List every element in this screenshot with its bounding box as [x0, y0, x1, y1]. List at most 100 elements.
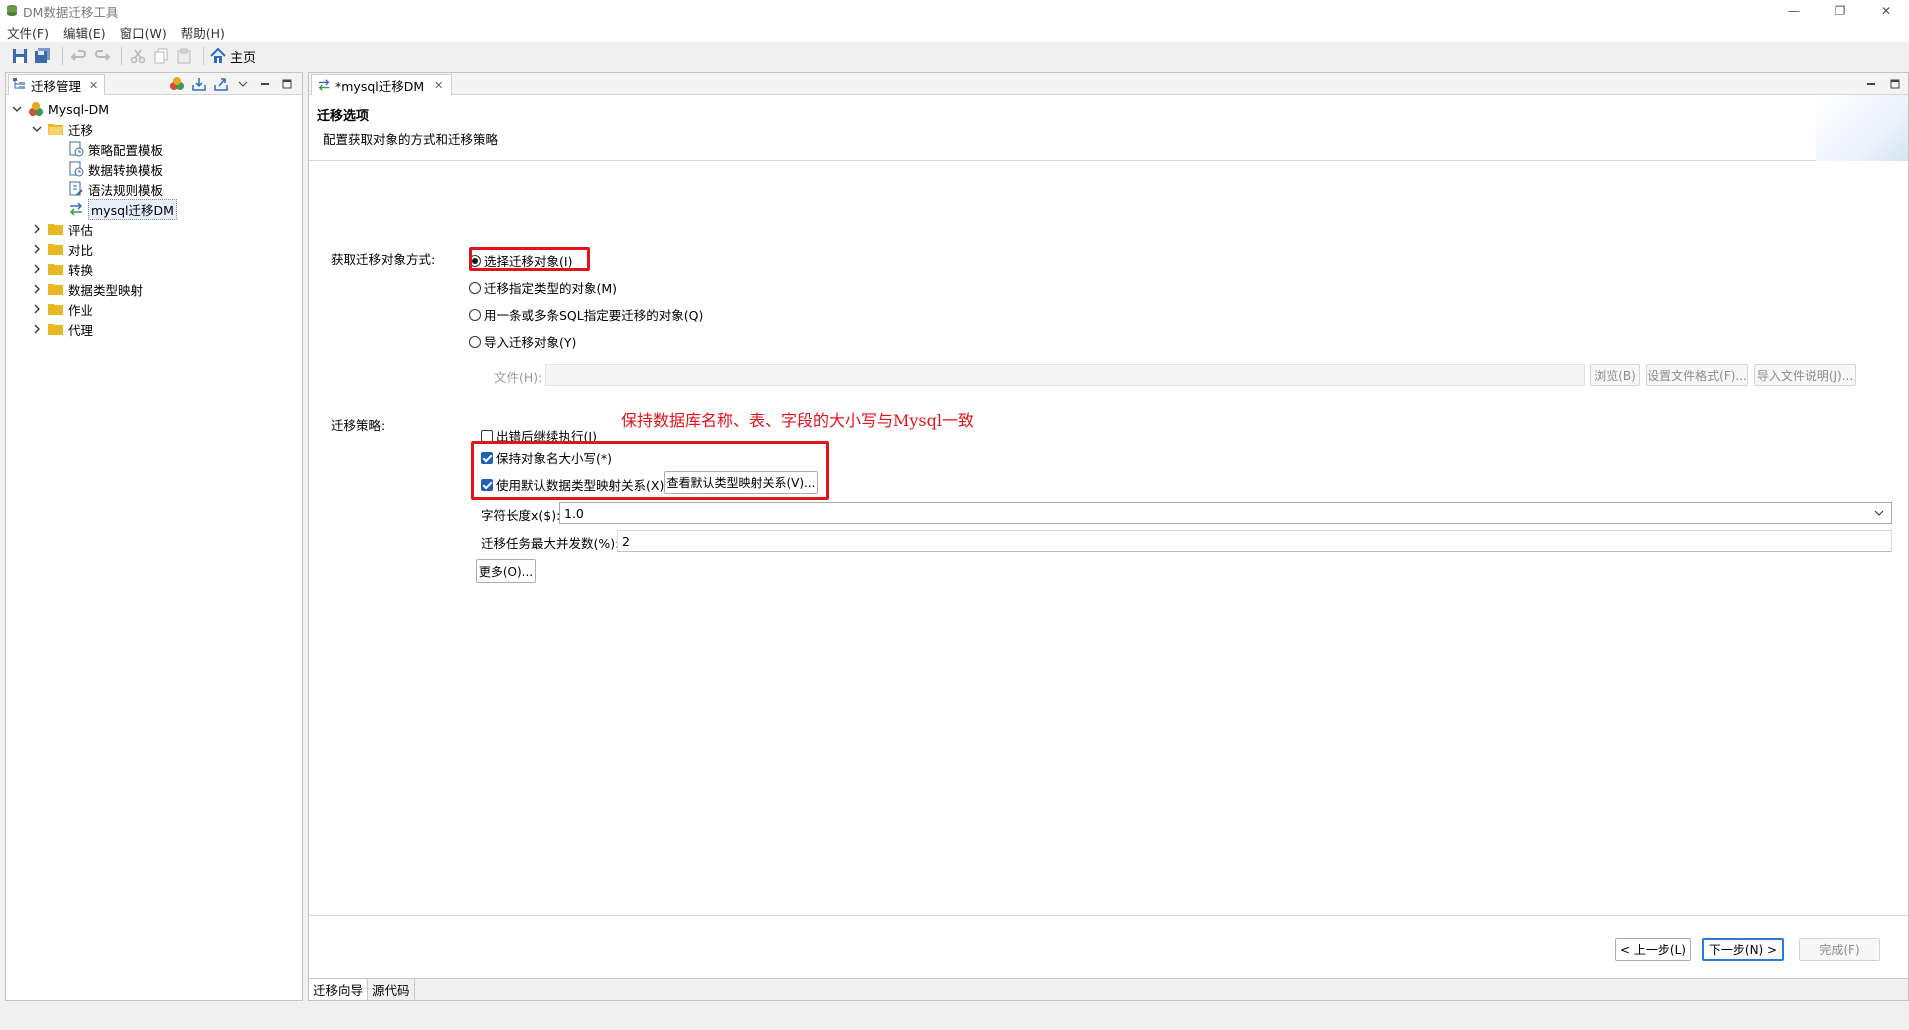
radio-indicator[interactable]: [469, 281, 481, 294]
view-menu-icon[interactable]: [234, 75, 252, 93]
menu-window[interactable]: 窗口(W): [120, 23, 167, 42]
new-connection-icon[interactable]: [168, 75, 186, 93]
tree-item-strategy-template[interactable]: 策略配置模板: [6, 139, 302, 159]
tree-item-convert[interactable]: 转换: [6, 259, 302, 279]
home-button[interactable]: 主页: [210, 47, 256, 66]
minimize-view-icon[interactable]: [1862, 75, 1880, 93]
tree-item-root[interactable]: Mysql-DM: [6, 99, 302, 119]
wizard-header: 迁移选项 配置获取对象的方式和迁移策略: [309, 95, 1908, 161]
tree-item-jobs[interactable]: 作业: [6, 299, 302, 319]
strategy-label: 迁移策略:: [331, 418, 386, 433]
char-length-select[interactable]: 1.0: [559, 502, 1892, 524]
redo-icon[interactable]: [92, 46, 112, 66]
tree-item-label: 转换: [68, 262, 94, 278]
toolbar-separator: [121, 47, 122, 65]
annotation-box-strategy: [471, 441, 829, 500]
tree-item-compare[interactable]: 对比: [6, 239, 302, 259]
radio-label: 迁移指定类型的对象(M): [484, 281, 618, 296]
chevron-right-icon[interactable]: [30, 322, 44, 336]
chevron-right-icon[interactable]: [30, 262, 44, 276]
page-description: 配置获取对象的方式和迁移策略: [323, 132, 499, 147]
radio-indicator[interactable]: [469, 335, 481, 348]
tree-item-syntax-rule-template[interactable]: 语法规则模板: [6, 179, 302, 199]
copy-icon[interactable]: [151, 46, 171, 66]
template-icon: [68, 161, 84, 177]
checkbox-indicator[interactable]: [481, 429, 493, 442]
minimize-view-icon[interactable]: [256, 75, 274, 93]
tab-source-code[interactable]: 源代码: [368, 979, 415, 1000]
syntax-template-icon: [68, 181, 84, 197]
folder-icon: [48, 221, 64, 237]
chevron-right-icon[interactable]: [30, 242, 44, 256]
paste-icon[interactable]: [174, 46, 194, 66]
tree-item-label: 对比: [68, 242, 94, 258]
radio-label: 用一条或多条SQL指定要迁移的对象(Q): [484, 308, 704, 323]
tree-item-migration[interactable]: 迁移: [6, 119, 302, 139]
radio-indicator[interactable]: [469, 308, 481, 321]
tree-item-label: 数据类型映射: [68, 282, 144, 298]
panel-tools: [164, 75, 296, 93]
folder-icon: [48, 321, 64, 337]
menu-file[interactable]: 文件(F): [7, 23, 49, 42]
radio-specified-types[interactable]: 迁移指定类型的对象(M): [469, 278, 617, 297]
tab-mysql-dm[interactable]: *mysql迁移DM ✕: [311, 74, 453, 95]
folder-icon: [48, 281, 64, 297]
import-file-desc-button[interactable]: 导入文件说明(J)...: [1754, 364, 1856, 386]
toolbar: 主页: [0, 42, 1909, 70]
tree-item-mysql-dm[interactable]: mysql迁移DM: [6, 198, 302, 220]
maximize-view-icon[interactable]: [1886, 75, 1904, 93]
close-icon[interactable]: ✕: [89, 79, 98, 92]
file-path-input[interactable]: [545, 364, 1585, 386]
char-length-label: 字符长度x($):: [481, 508, 561, 523]
tree-item-data-conversion-template[interactable]: 数据转换模板: [6, 159, 302, 179]
radio-label: 导入迁移对象(Y): [484, 335, 577, 350]
template-icon: [68, 141, 84, 157]
tab-migration-wizard[interactable]: 迁移向导: [309, 979, 369, 1000]
close-button[interactable]: ✕: [1863, 0, 1909, 22]
migration-management-panel: 迁移管理 ✕ Mysql-DM 迁移 策略配置模板 数据转换模板 语法规则模板 …: [5, 72, 303, 1001]
browse-button[interactable]: 浏览(B): [1590, 364, 1640, 386]
radio-import-objects[interactable]: 导入迁移对象(Y): [469, 332, 576, 351]
window-controls: — ❐ ✕: [1771, 0, 1909, 22]
save-all-icon[interactable]: [33, 46, 53, 66]
previous-button[interactable]: < 上一步(L): [1615, 938, 1691, 961]
max-concurrency-input[interactable]: 2: [617, 530, 1892, 552]
tree-view-icon: [13, 77, 27, 94]
export-icon[interactable]: [212, 75, 230, 93]
import-icon[interactable]: [190, 75, 208, 93]
tree-item-assessment[interactable]: 评估: [6, 219, 302, 239]
home-label: 主页: [230, 50, 257, 66]
finish-button[interactable]: 完成(F): [1799, 938, 1880, 961]
chevron-right-icon[interactable]: [30, 302, 44, 316]
editor-tools: [1856, 75, 1904, 93]
folder-icon: [48, 301, 64, 317]
tab-migration-management[interactable]: 迁移管理 ✕: [8, 74, 106, 95]
tree-item-label: 策略配置模板: [88, 142, 164, 158]
acquire-method-label: 获取迁移对象方式:: [331, 252, 436, 267]
minimize-button[interactable]: —: [1771, 0, 1817, 22]
undo-icon[interactable]: [69, 46, 89, 66]
chevron-right-icon[interactable]: [30, 222, 44, 236]
maximize-view-icon[interactable]: [278, 75, 296, 93]
chevron-down-icon[interactable]: [30, 122, 44, 136]
cut-icon[interactable]: [128, 46, 148, 66]
restore-button[interactable]: ❐: [1817, 0, 1863, 22]
window-title: DM数据迁移工具: [23, 4, 119, 20]
save-icon[interactable]: [10, 46, 30, 66]
chevron-right-icon[interactable]: [30, 282, 44, 296]
tree-item-label: 评估: [68, 222, 94, 238]
tree-item-label: Mysql-DM: [48, 101, 110, 117]
next-button[interactable]: 下一步(N) >: [1702, 938, 1784, 961]
tree-item-agent[interactable]: 代理: [6, 319, 302, 339]
radio-sql-objects[interactable]: 用一条或多条SQL指定要迁移的对象(Q): [469, 305, 703, 324]
menu-edit[interactable]: 编辑(E): [63, 23, 106, 42]
set-file-format-button[interactable]: 设置文件格式(F)...: [1646, 364, 1748, 386]
tree-item-data-type-mapping[interactable]: 数据类型映射: [6, 279, 302, 299]
menu-help[interactable]: 帮助(H): [181, 23, 225, 42]
annotation-text: 保持数据库名称、表、字段的大小写与Mysql一致: [621, 411, 974, 430]
close-icon[interactable]: ✕: [434, 79, 443, 92]
chevron-down-icon[interactable]: [10, 102, 24, 116]
tree-item-label: 作业: [68, 302, 94, 318]
file-label: 文件(H):: [494, 370, 543, 385]
more-button[interactable]: 更多(O)...: [476, 559, 536, 583]
